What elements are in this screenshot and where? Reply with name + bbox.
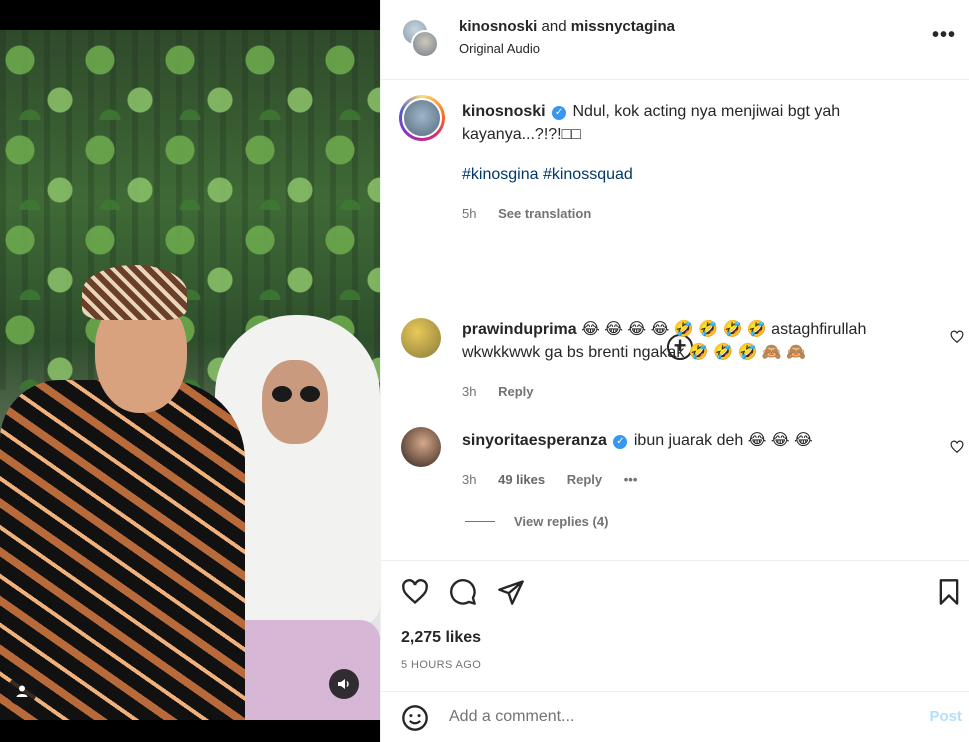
username-link[interactable]: missnyctagina (571, 18, 675, 35)
verified-icon: ✓ (552, 106, 567, 120)
man-headband (82, 265, 187, 320)
comment-text: prawinduprima 😂 😂 😂 😂 🤣 🤣 🤣 🤣 astaghfiru… (462, 318, 922, 364)
comment-likes[interactable]: 49 likes (498, 472, 545, 487)
bookmark-icon[interactable] (935, 578, 963, 606)
audio-toggle-button[interactable] (329, 669, 359, 699)
reply-button[interactable]: Reply (498, 384, 533, 399)
avatar[interactable] (411, 30, 439, 58)
replies-divider (465, 521, 495, 522)
woman-eye (272, 386, 292, 402)
like-count[interactable]: 2,275 likes (401, 629, 481, 647)
verified-icon: ✓ (613, 435, 628, 449)
username-link[interactable]: sinyoritaesperanza (462, 432, 607, 449)
more-options-button[interactable]: ••• (932, 24, 956, 47)
comments-section: kinosnoski ✓ Ndul, kok acting nya menjiw… (381, 80, 969, 560)
tagged-users-button[interactable] (7, 676, 37, 706)
woman-face (262, 360, 328, 444)
man-shirt (0, 380, 245, 720)
video-frame[interactable] (0, 30, 380, 720)
header-text: kinosnoski and missnyctagina Original Au… (459, 18, 675, 56)
username-link[interactable]: kinosnoski (459, 18, 537, 35)
post-media[interactable] (0, 0, 380, 742)
caption-meta: 5h See translation (462, 206, 591, 221)
post-panel: kinosnoski and missnyctagina Original Au… (380, 0, 969, 742)
comment-meta: 3h 49 likes Reply ••• (462, 472, 637, 487)
comment-text: sinyoritaesperanza ✓ ibun juarak deh 😂 😂… (462, 429, 922, 452)
post-time[interactable]: 5 HOURS AGO (401, 659, 481, 671)
post-header: kinosnoski and missnyctagina Original Au… (381, 0, 969, 80)
user-icon (16, 685, 28, 697)
comment-icon[interactable] (449, 578, 477, 606)
comment-composer: Post (381, 691, 969, 742)
emoji-icon[interactable] (401, 704, 429, 732)
reply-button[interactable]: Reply (567, 472, 602, 487)
view-replies-button[interactable]: View replies (4) (514, 514, 608, 529)
avatar[interactable] (401, 427, 441, 467)
collab-avatars[interactable] (401, 18, 445, 62)
timestamp[interactable]: 3h (462, 472, 476, 487)
username-link[interactable]: kinosnoski (462, 103, 546, 120)
post-button[interactable]: Post (929, 708, 962, 725)
action-bar: 2,275 likes 5 HOURS AGO (381, 560, 969, 691)
sound-icon (338, 679, 349, 689)
more-icon: ••• (931, 24, 956, 46)
comment-body: ibun juarak deh 😂 😂 😂 (633, 432, 813, 449)
audio-link[interactable]: Original Audio (459, 41, 675, 56)
comment-options-button[interactable]: ••• (624, 472, 638, 487)
collab-line: kinosnoski and missnyctagina (459, 18, 675, 35)
timestamp[interactable]: 3h (462, 384, 476, 399)
timestamp[interactable]: 5h (462, 206, 476, 221)
avatar[interactable] (402, 98, 442, 138)
caption-text: kinosnoski ✓ Ndul, kok acting nya menjiw… (462, 100, 922, 146)
comment-meta: 3h Reply (462, 384, 534, 399)
woman-eye (300, 386, 320, 402)
heart-icon[interactable] (401, 578, 429, 606)
heart-icon[interactable] (950, 330, 964, 344)
username-link[interactable]: prawinduprima (462, 321, 577, 338)
avatar[interactable] (401, 318, 441, 358)
hashtags[interactable]: #kinosgina #kinossquad (462, 166, 633, 184)
see-translation-button[interactable]: See translation (498, 206, 591, 221)
share-icon[interactable] (497, 578, 525, 606)
joiner-text: and (541, 18, 567, 35)
comment-input[interactable] (449, 702, 889, 732)
heart-icon[interactable] (950, 440, 964, 454)
